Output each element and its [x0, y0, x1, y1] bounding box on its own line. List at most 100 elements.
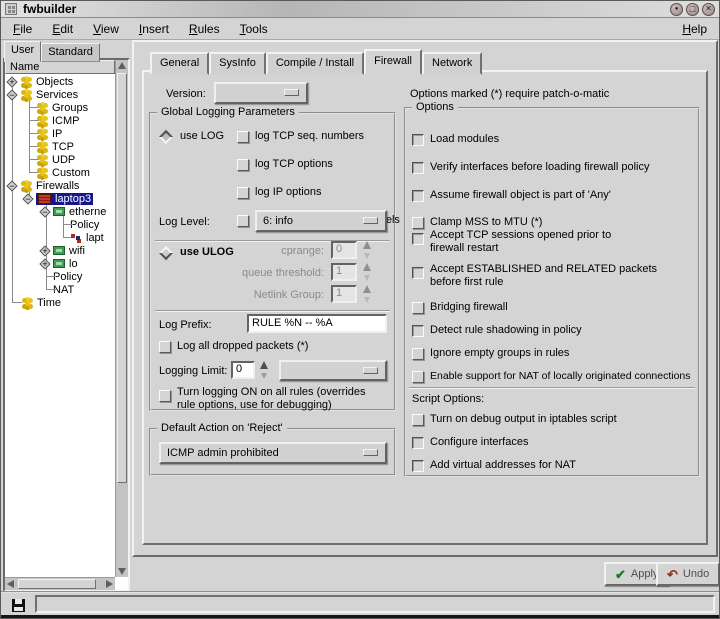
- queue-threshold-spin-arrows[interactable]: [361, 263, 374, 281]
- undo-button[interactable]: ↶ Undo: [656, 562, 720, 586]
- scroll-left-icon[interactable]: [7, 580, 14, 588]
- log-tcp-seq-checkbox-row[interactable]: log TCP seq. numbers: [237, 130, 364, 143]
- bridging-firewall-checkbox-row[interactable]: Bridging firewall: [412, 301, 508, 314]
- checkbox[interactable]: [412, 217, 424, 229]
- log-tcp-options-checkbox-row[interactable]: log TCP options: [237, 158, 333, 171]
- expander-icon[interactable]: [6, 180, 17, 191]
- checkbox[interactable]: [412, 414, 424, 426]
- tab-standard[interactable]: Standard: [41, 43, 100, 62]
- load-modules-checkbox-row[interactable]: Load modules: [412, 133, 499, 146]
- checkbox[interactable]: [159, 390, 171, 402]
- checkbox[interactable]: [237, 159, 249, 171]
- tree-item-nat[interactable]: NAT: [6, 283, 114, 296]
- tree-item-firewalls[interactable]: Firewalls: [6, 179, 114, 192]
- tree-item-laptop3[interactable]: laptop3: [6, 192, 114, 205]
- tree-item-policy-eth[interactable]: Policy: [6, 218, 114, 231]
- logging-limit-unit-dropdown[interactable]: [279, 360, 387, 381]
- tree-vertical-scrollbar[interactable]: [115, 60, 128, 577]
- tree-column-header[interactable]: Name: [5, 60, 115, 74]
- tab-network[interactable]: Network: [422, 52, 482, 75]
- menu-insert[interactable]: Insert: [129, 19, 179, 39]
- tree-item-ethernet[interactable]: etherne: [6, 205, 114, 218]
- tree-item-services[interactable]: Services: [6, 88, 114, 101]
- checkbox[interactable]: [412, 267, 424, 279]
- checkbox[interactable]: [412, 371, 424, 383]
- debug-output-checkbox-row[interactable]: Turn on debug output in iptables script: [412, 413, 617, 426]
- save-button[interactable]: [6, 596, 30, 614]
- scroll-up-icon[interactable]: [118, 62, 126, 69]
- tree-item-tcp[interactable]: TCP: [6, 140, 114, 153]
- tree-item-groups[interactable]: Groups: [6, 101, 114, 114]
- tab-firewall[interactable]: Firewall: [364, 49, 422, 75]
- tree-item-policy[interactable]: Policy: [6, 270, 114, 283]
- checkbox[interactable]: [159, 341, 171, 353]
- expander-icon[interactable]: [39, 206, 50, 217]
- tree-item-icmp[interactable]: ICMP: [6, 114, 114, 127]
- sticky-pin-button[interactable]: [670, 3, 683, 16]
- detect-shadowing-checkbox-row[interactable]: Detect rule shadowing in policy: [412, 324, 582, 337]
- menu-tools[interactable]: Tools: [230, 19, 278, 39]
- assume-any-checkbox-row[interactable]: Assume firewall object is part of 'Any': [412, 189, 611, 202]
- turn-logging-on-checkbox-row[interactable]: Turn logging ON on all rules (overrides …: [159, 386, 385, 412]
- tree-item-objects[interactable]: Objects: [6, 75, 114, 88]
- tree-item-lo[interactable]: lo: [6, 257, 114, 270]
- log-dropped-checkbox-row[interactable]: Log all dropped packets (*): [159, 340, 308, 353]
- nat-local-checkbox-row[interactable]: Enable support for NAT of locally origin…: [412, 370, 691, 383]
- virtual-addresses-checkbox-row[interactable]: Add virtual addresses for NAT: [412, 459, 576, 472]
- titlebar[interactable]: fwbuilder: [1, 1, 719, 18]
- tab-compile-install[interactable]: Compile / Install: [266, 52, 364, 75]
- scroll-thumb[interactable]: [18, 579, 96, 589]
- tree-item-time[interactable]: Time: [6, 296, 114, 309]
- menu-edit[interactable]: Edit: [42, 19, 83, 39]
- menu-help[interactable]: Help: [672, 19, 717, 39]
- queue-threshold-spinbox[interactable]: 1: [331, 263, 357, 281]
- checkbox[interactable]: [412, 134, 424, 146]
- accept-established-checkbox-row[interactable]: Accept ESTABLISHED and RELATED packets b…: [412, 263, 665, 289]
- checkbox[interactable]: [412, 460, 424, 472]
- log-level-dropdown[interactable]: 6: info: [255, 210, 387, 232]
- scroll-thumb[interactable]: [117, 73, 127, 483]
- checkbox[interactable]: [412, 190, 424, 202]
- logging-limit-spinbox[interactable]: 0: [231, 361, 255, 379]
- checkbox[interactable]: [412, 325, 424, 337]
- ignore-empty-groups-checkbox-row[interactable]: Ignore empty groups in rules: [412, 347, 569, 360]
- logging-limit-spin-arrows[interactable]: [258, 361, 271, 379]
- tab-general[interactable]: General: [150, 52, 209, 75]
- log-prefix-input[interactable]: RULE %N -- %A: [247, 314, 387, 333]
- menu-view[interactable]: View: [83, 19, 129, 39]
- menu-file[interactable]: File: [3, 19, 42, 39]
- scroll-down-icon[interactable]: [118, 568, 126, 575]
- checkbox[interactable]: [237, 215, 249, 227]
- netlink-group-spin-arrows[interactable]: [361, 285, 374, 303]
- expander-icon[interactable]: [39, 245, 50, 256]
- checkbox[interactable]: [412, 233, 424, 245]
- maximize-button[interactable]: [686, 3, 699, 16]
- tree-item-wifi[interactable]: wifi: [6, 244, 114, 257]
- checkbox[interactable]: [412, 162, 424, 174]
- close-button[interactable]: [702, 3, 715, 16]
- tab-user[interactable]: User: [4, 41, 41, 62]
- log-ip-options-checkbox-row[interactable]: log IP options: [237, 186, 321, 199]
- use-log-radio[interactable]: [159, 130, 173, 144]
- checkbox[interactable]: [412, 348, 424, 360]
- netlink-group-spinbox[interactable]: 1: [331, 285, 357, 303]
- menu-rules[interactable]: Rules: [179, 19, 230, 39]
- tree-horizontal-scrollbar[interactable]: [5, 577, 115, 590]
- verify-interfaces-checkbox-row[interactable]: Verify interfaces before loading firewal…: [412, 161, 650, 174]
- tree-item-udp[interactable]: UDP: [6, 153, 114, 166]
- checkbox[interactable]: [237, 131, 249, 143]
- accept-tcp-sessions-checkbox-row[interactable]: Accept TCP sessions opened prior to fire…: [412, 229, 642, 255]
- checkbox[interactable]: [237, 187, 249, 199]
- version-dropdown[interactable]: [214, 82, 308, 104]
- clamp-mss-checkbox-row[interactable]: Clamp MSS to MTU (*): [412, 216, 542, 229]
- expander-icon[interactable]: [39, 258, 50, 269]
- checkbox[interactable]: [412, 437, 424, 449]
- expander-icon[interactable]: [22, 193, 33, 204]
- tree-item-laptop-ip[interactable]: lapt: [6, 231, 114, 244]
- cprange-spin-arrows[interactable]: [361, 241, 374, 259]
- expander-icon[interactable]: [6, 76, 17, 87]
- scroll-right-icon[interactable]: [106, 580, 113, 588]
- checkbox[interactable]: [412, 302, 424, 314]
- tree-item-custom[interactable]: Custom: [6, 166, 114, 179]
- configure-interfaces-checkbox-row[interactable]: Configure interfaces: [412, 436, 528, 449]
